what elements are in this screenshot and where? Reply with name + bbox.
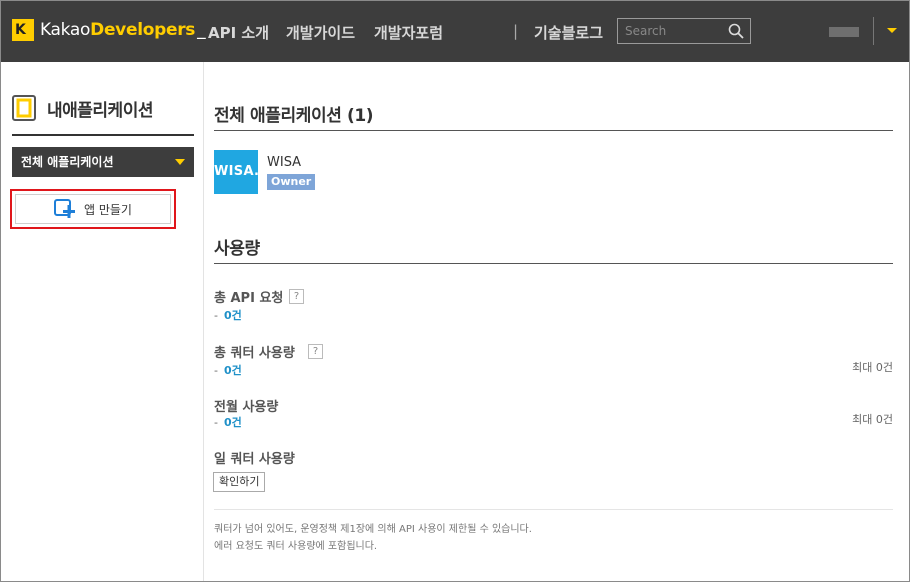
usage-prefix: -: [214, 416, 218, 429]
chevron-down-icon[interactable]: [887, 28, 897, 33]
browser-frame: K KakaoDevelopers _ API 소개 개발가이드 개발자포럼 | …: [0, 0, 910, 582]
nav-separator: |: [513, 22, 519, 40]
nav-link-tech-blog[interactable]: 기술블로그: [534, 22, 603, 43]
usage-section-title: 사용량: [214, 239, 260, 259]
sidebar-header: 내애플리케이션: [12, 95, 153, 121]
notes-divider: [214, 509, 893, 510]
usage-value-last-month: -0건: [214, 414, 242, 430]
quota-note-2: 에러 요청도 쿼터 사용량에 포함됩니다.: [214, 541, 378, 552]
usage-label-last-month: 전월 사용량: [214, 400, 279, 415]
nav-link-dev-forum[interactable]: 개발자포럼: [374, 22, 443, 43]
usage-number: 0건: [223, 416, 242, 429]
search-input[interactable]: [618, 19, 728, 43]
usage-value-total-api: -0건: [214, 307, 242, 323]
create-app-label: 앱 만들기: [84, 202, 132, 217]
kakao-developers-logo[interactable]: K KakaoDevelopers _: [12, 19, 206, 41]
usage-max-total-quota: 최대 0건: [852, 361, 893, 374]
nav-link-api-intro[interactable]: API 소개: [208, 22, 269, 43]
usage-label-daily-quota: 일 쿼터 사용량: [214, 452, 295, 467]
nav-link-dev-guide[interactable]: 개발가이드: [286, 22, 355, 43]
nav-divider: [873, 17, 874, 45]
main-content: 전체 애플리케이션 (1) WISA. WISA Owner 사용량 총 API…: [204, 62, 909, 581]
usage-number: 0건: [223, 364, 242, 377]
create-app-highlight: 앱 만들기: [10, 189, 176, 229]
logo-underscore: _: [197, 20, 206, 40]
sidebar: 내애플리케이션 전체 애플리케이션 앱 만들기: [1, 62, 204, 581]
apps-section-rule: [214, 130, 893, 131]
app-thumbnail[interactable]: WISA.: [214, 150, 259, 194]
usage-max-last-month: 최대 0건: [852, 413, 893, 426]
help-icon[interactable]: ?: [308, 344, 323, 359]
apps-section-title: 전체 애플리케이션 (1): [214, 106, 374, 126]
usage-section-rule: [214, 263, 893, 264]
usage-number: 0건: [223, 309, 242, 322]
check-daily-quota-button[interactable]: 확인하기: [213, 472, 266, 492]
caret-down-icon: [175, 159, 185, 165]
logo-text: KakaoDevelopers _: [40, 20, 206, 40]
usage-value-total-quota: -0건: [214, 362, 242, 378]
sidebar-rule: [12, 134, 194, 136]
add-app-icon: [54, 199, 75, 218]
my-apps-icon: [12, 95, 36, 121]
usage-prefix: -: [214, 309, 218, 322]
app-filter-select[interactable]: 전체 애플리케이션: [12, 147, 194, 177]
logo-k-mark: K: [12, 19, 34, 41]
search-box: [617, 18, 751, 44]
usage-label-total-api: 총 API 요청: [214, 291, 284, 306]
logo-developers: Developers: [90, 20, 196, 40]
quota-note-1: 쿼터가 넘어 있어도, 운영정책 제1장에 의해 API 사용이 제한될 수 있…: [214, 524, 532, 535]
search-icon[interactable]: [728, 23, 744, 39]
usage-prefix: -: [214, 364, 218, 377]
user-avatar-blurred[interactable]: [829, 27, 859, 37]
owner-badge: Owner: [267, 174, 316, 190]
app-filter-selected: 전체 애플리케이션: [21, 155, 114, 169]
help-icon[interactable]: ?: [289, 289, 304, 304]
usage-label-total-quota: 총 쿼터 사용량: [214, 346, 295, 361]
sidebar-title: 내애플리케이션: [47, 100, 153, 121]
create-app-button[interactable]: 앱 만들기: [15, 194, 171, 224]
top-nav: K KakaoDevelopers _ API 소개 개발가이드 개발자포럼 | …: [1, 1, 909, 62]
logo-kakao: Kakao: [40, 20, 91, 40]
app-name-link[interactable]: WISA: [267, 155, 301, 170]
